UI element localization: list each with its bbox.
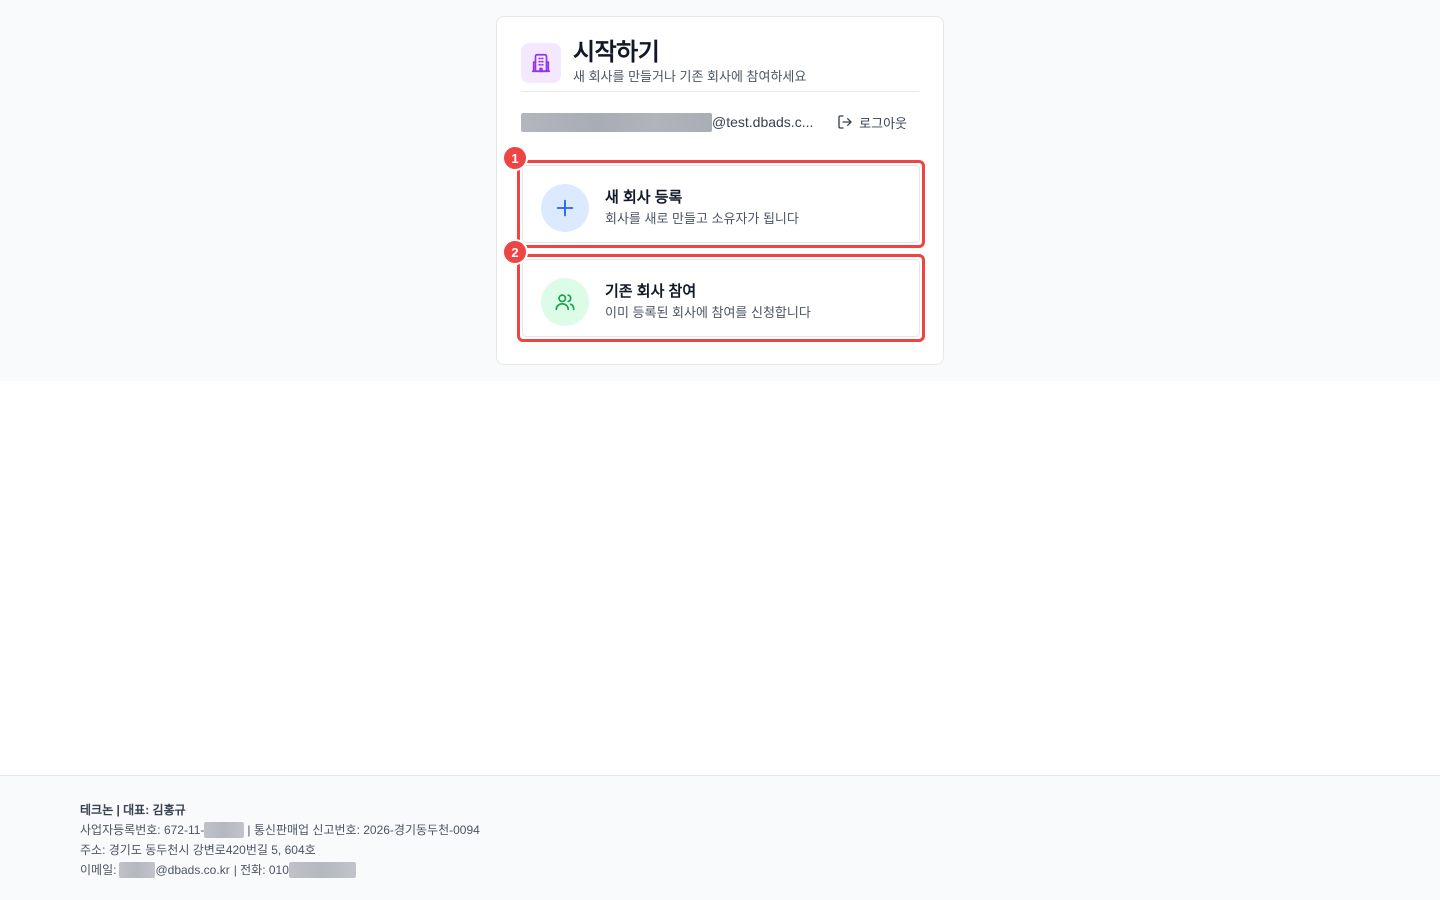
annotation-badge-2: 2 [502,239,528,265]
option-title: 기존 회사 참여 [605,283,697,300]
option-title: 새 회사 등록 [605,189,683,206]
footer-registration: 사업자등록번호: 672-11- | 통신판매업 신고번호: 2026-경기동두… [80,820,480,840]
annotation-badge-1: 1 [502,145,528,171]
footer-phone-label: | 전화: 010 [233,863,289,877]
footer-contact: 이메일: @dbads.co.kr | 전화: 010 [80,860,480,880]
user-email: @test.dbads.c... [521,112,813,132]
footer-email-domain: @dbads.co.kr [155,863,230,877]
logout-icon [838,115,852,129]
footer-ecommerce-reg: | 통신판매업 신고번호: 2026-경기동두천-0094 [247,823,480,837]
footer-company: 테크논 | 대표: 김홍규 [80,803,186,817]
user-email-domain: @test.dbads.c... [712,114,814,130]
user-row: @test.dbads.c... 로그아웃 [521,112,919,132]
page-subtitle: 새 회사를 만들거나 기존 회사에 참여하세요 [573,69,807,84]
card-header: 시작하기 새 회사를 만들거나 기존 회사에 참여하세요 [521,39,919,92]
footer-info: 테크논 | 대표: 김홍규 사업자등록번호: 672-11- | 통신판매업 신… [80,800,480,880]
page-title: 시작하기 [573,39,660,66]
option-card: 기존 회사 참여 이미 등록된 회사에 참여를 신청합니다 [522,259,920,337]
footer-address: 주소: 경기도 동두천시 강변로420번길 5, 604호 [80,843,316,857]
users-icon [541,278,589,326]
option-description: 이미 등록된 회사에 참여를 신청합니다 [605,305,811,320]
redacted-block [288,862,356,878]
redacted-block [521,112,712,132]
footer-email-label: 이메일: [80,863,117,877]
option-description: 회사를 새로 만들고 소유자가 됩니다 [605,211,799,226]
building-icon [521,43,561,83]
join-company-option[interactable]: 기존 회사 참여 이미 등록된 회사에 참여를 신청합니다 [517,254,925,342]
redacted-block [119,862,156,878]
option-card: 새 회사 등록 회사를 새로 만들고 소유자가 됩니다 [522,165,920,243]
footer-biz-reg: 사업자등록번호: 672-11- [80,823,205,837]
create-company-option[interactable]: 새 회사 등록 회사를 새로 만들고 소유자가 됩니다 [517,160,925,248]
logout-button[interactable]: 로그아웃 [837,112,907,132]
redacted-block [204,822,245,838]
site-footer: 테크논 | 대표: 김홍규 사업자등록번호: 672-11- | 통신판매업 신… [0,775,1440,900]
plus-icon [541,184,589,232]
onboarding-card: 시작하기 새 회사를 만들거나 기존 회사에 참여하세요 @test.dbads… [496,16,944,365]
logout-label: 로그아웃 [859,115,907,131]
